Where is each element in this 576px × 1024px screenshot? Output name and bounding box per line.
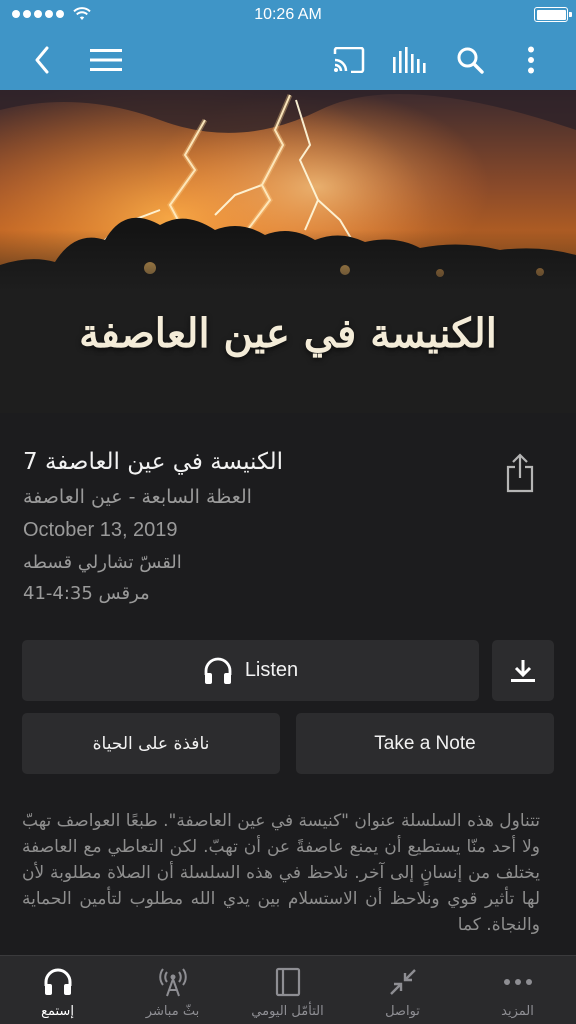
search-icon — [457, 47, 484, 74]
chevron-left-icon — [35, 46, 49, 74]
tab-label: بثّ مباشر — [145, 1004, 200, 1019]
life-window-button[interactable]: نافذة على الحياة — [22, 713, 280, 774]
book-icon — [275, 967, 300, 997]
hero-image: الكنيسة في عين العاصفة — [0, 90, 576, 413]
sermon-details: الكنيسة في عين العاصفة 7 العظة السابعة -… — [0, 413, 576, 628]
broadcast-antenna-icon — [158, 968, 187, 997]
nav-bar — [0, 30, 576, 90]
take-note-button[interactable]: Take a Note — [296, 713, 554, 774]
wifi-icon — [73, 7, 91, 20]
sermon-description: تتناول هذه السلسلة عنوان "كنيسة في عين ا… — [22, 811, 540, 935]
status-time: 10:26 AM — [254, 6, 322, 23]
share-button[interactable] — [504, 453, 536, 493]
signal-indicator — [12, 7, 91, 21]
tab-label: إستمع — [41, 1004, 74, 1019]
storm-artwork — [0, 90, 576, 413]
back-button[interactable] — [22, 40, 62, 80]
download-icon — [511, 659, 535, 682]
status-bar: 10:26 AM — [0, 0, 576, 30]
tab-daily-devotional[interactable]: التأمّل اليومي — [230, 956, 345, 1024]
tab-label: تواصل — [385, 1004, 420, 1019]
listen-button[interactable]: Listen — [22, 640, 479, 701]
more-button[interactable] — [511, 40, 551, 80]
audio-levels-icon — [393, 47, 426, 73]
sermon-subtitle: العظة السابعة - عين العاصفة — [23, 486, 252, 508]
menu-button[interactable] — [86, 40, 126, 80]
battery-icon — [534, 7, 572, 22]
cast-icon — [333, 47, 365, 73]
share-icon — [506, 453, 534, 493]
vertical-dots-icon — [528, 46, 534, 74]
more-dots-icon — [503, 979, 532, 985]
tab-live[interactable]: بثّ مباشر — [115, 956, 230, 1024]
tab-label: التأمّل اليومي — [251, 1004, 324, 1019]
tab-connect[interactable]: تواصل — [345, 956, 460, 1024]
take-note-label: Take a Note — [374, 732, 476, 754]
tab-bar: إستمع بثّ مباشر التأمّل اليومي تواصل الم… — [0, 955, 576, 1024]
tab-label: المزيد — [501, 1004, 534, 1019]
download-button[interactable] — [492, 640, 554, 701]
headphones-icon — [204, 657, 232, 684]
hero-title: الكنيسة في عين العاصفة — [79, 310, 497, 357]
tab-more[interactable]: المزيد — [460, 956, 575, 1024]
search-button[interactable] — [450, 40, 490, 80]
scripture-reference: مرقس 4:35-41 — [23, 583, 150, 604]
tab-listen[interactable]: إستمع — [0, 956, 115, 1024]
arrows-inward-icon — [389, 969, 416, 995]
cast-button[interactable] — [329, 40, 369, 80]
sermon-date: October 13, 2019 — [23, 519, 178, 541]
sermon-speaker: القسّ تشارلي قسطه — [23, 552, 182, 573]
listen-label: Listen — [244, 659, 299, 681]
sermon-title: الكنيسة في عين العاصفة 7 — [23, 449, 284, 475]
audio-button[interactable] — [389, 40, 429, 80]
life-window-label: نافذة على الحياة — [92, 733, 210, 754]
hamburger-menu-icon — [90, 49, 122, 71]
headphones-icon — [44, 968, 71, 995]
